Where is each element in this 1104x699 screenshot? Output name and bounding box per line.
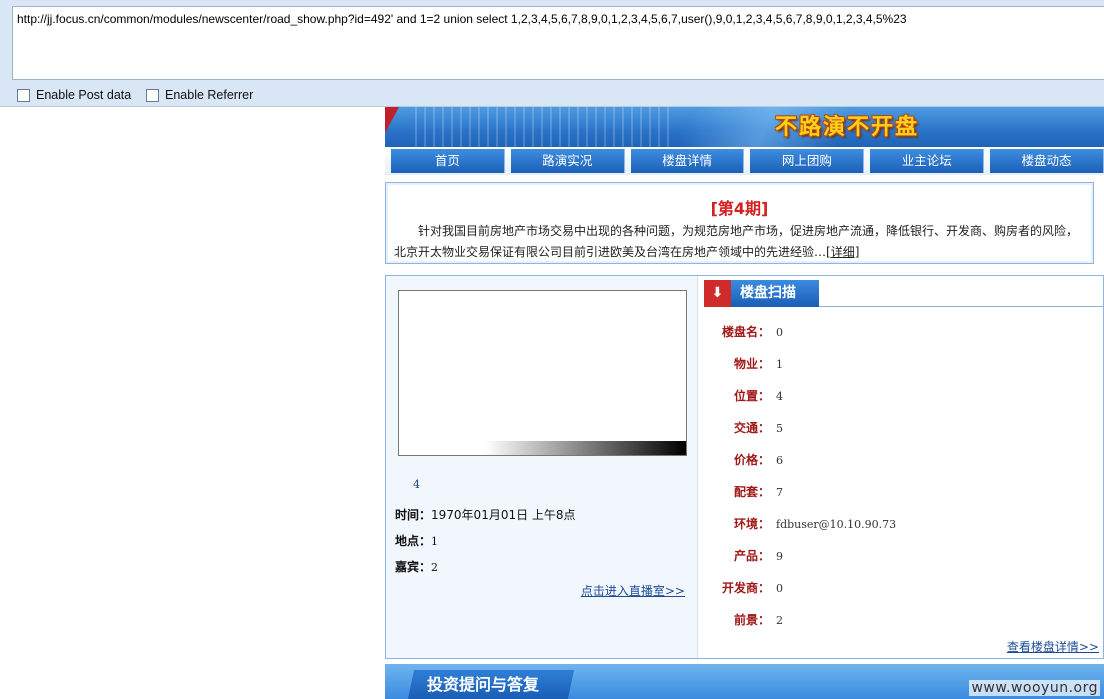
nav-property-details[interactable]: 楼盘详情 [630,149,745,173]
field-key: 开发商： [721,581,770,595]
place-value: 1 [431,535,439,548]
banner: 不路演不开盘 [385,107,1104,147]
field-property: 物业： 1 [704,355,783,372]
main-nav: 首页 路演实况 楼盘详情 网上团购 业主论坛 楼盘动态 [385,147,1104,175]
event-time: 时间：1970年01月01日 上午8点 [395,506,576,523]
property-detail-link[interactable]: 查看楼盘详情>> [1007,638,1099,655]
banner-title: 不路演不开盘 [775,115,920,140]
event-column: 4 时间：1970年01月01日 上午8点 地点：1 嘉宾：2 点击进入直播室>… [386,276,698,658]
issue-detail-link[interactable]: [详细] [826,245,859,259]
field-value: 5 [776,422,783,435]
field-key: 产品： [733,549,770,563]
hackbar-toolbar: http://jj.focus.cn/common/modules/newsce… [0,0,1104,107]
field-environment: 环境： fdbuser@10.10.90.73 [704,515,896,532]
field-key: 价格： [733,453,770,467]
watermark: www.wooyun.org [969,680,1100,696]
field-key: 楼盘名： [721,325,770,339]
issue-title: [第4期] [710,199,769,218]
qa-tab[interactable]: 投资提问与答复 [407,670,575,699]
url-textarea[interactable]: http://jj.focus.cn/common/modules/newsce… [12,6,1104,80]
field-value: 9 [776,550,783,563]
enable-referrer-label: Enable Referrer [165,88,254,102]
field-value: 7 [776,486,783,499]
enable-post-label: Enable Post data [36,88,132,102]
event-guest: 嘉宾：2 [395,558,438,575]
property-scan-column: ⬇ 楼盘扫描 楼盘名： 0 物业： 1 位置： 4 交通： 5 价格： 6 配套： 7 环境… [698,276,1103,658]
image-gradient [399,441,686,455]
nav-owner-forum[interactable]: 业主论坛 [870,149,985,173]
banner-corner-ribbon [385,107,399,133]
field-key: 交通： [733,421,770,435]
nav-group-buy[interactable]: 网上团购 [750,149,865,173]
guest-value: 2 [431,561,439,574]
field-value: 2 [776,614,783,627]
field-value: fdbuser@10.10.90.73 [776,518,897,531]
field-developer: 开发商： 0 [704,579,783,596]
image-caption: 4 [413,478,420,491]
issue-box: [第4期] 针对我国目前房地产市场交易中出现的各种问题，为规范房地产市场，促进房… [385,182,1094,264]
enable-post-checkbox[interactable] [17,88,30,102]
issue-body: 针对我国目前房地产市场交易中出现的各种问题，为规范房地产市场，促进房地产流通，降… [394,224,1079,259]
field-key: 位置： [733,389,770,403]
field-product: 产品： 9 [704,547,783,564]
enable-post-option[interactable]: Enable Post data [17,87,131,103]
nav-roadshow-live[interactable]: 路演实况 [510,149,625,173]
qa-tab-label: 投资提问与答复 [427,675,540,694]
field-name: 楼盘名： 0 [704,323,783,340]
field-key: 物业： [733,357,770,371]
field-value: 6 [776,454,783,467]
field-key: 前景： [733,613,770,627]
field-facilities: 配套： 7 [704,483,783,500]
issue-text: 针对我国目前房地产市场交易中出现的各种问题，为规范房地产市场，促进房地产流通，降… [394,221,1089,263]
field-traffic: 交通： 5 [704,419,783,436]
enable-referrer-checkbox[interactable] [146,88,159,102]
info-panel: 4 时间：1970年01月01日 上午8点 地点：1 嘉宾：2 点击进入直播室>… [385,275,1104,659]
field-price: 价格： 6 [704,451,783,468]
field-key: 配套： [733,485,770,499]
field-value: 0 [776,582,783,595]
enable-referrer-option[interactable]: Enable Referrer [146,87,253,103]
banner-decoration [415,107,675,147]
event-image [398,290,687,456]
scan-tab-label: 楼盘扫描 [740,285,796,301]
field-key: 环境： [733,517,770,531]
guest-label: 嘉宾： [395,560,432,574]
time-label: 时间： [395,508,432,522]
place-label: 地点： [395,534,432,548]
nav-home[interactable]: 首页 [391,149,505,173]
event-place: 地点：1 [395,532,438,549]
field-value: 4 [776,390,783,403]
nav-property-news[interactable]: 楼盘动态 [990,149,1104,173]
time-value: 1970年01月01日 上午8点 [431,508,576,522]
arrow-down-icon: ⬇ [704,280,731,307]
field-value: 0 [776,326,783,339]
web-page: 不路演不开盘 首页 路演实况 楼盘详情 网上团购 业主论坛 楼盘动态 [第4期]… [381,107,1104,699]
live-room-link[interactable]: 点击进入直播室>> [581,582,685,599]
scan-tab[interactable]: ⬇ 楼盘扫描 [704,280,819,307]
field-location: 位置： 4 [704,387,783,404]
scan-divider [819,306,1103,307]
field-value: 1 [776,358,783,371]
field-prospect: 前景： 2 [704,611,783,628]
